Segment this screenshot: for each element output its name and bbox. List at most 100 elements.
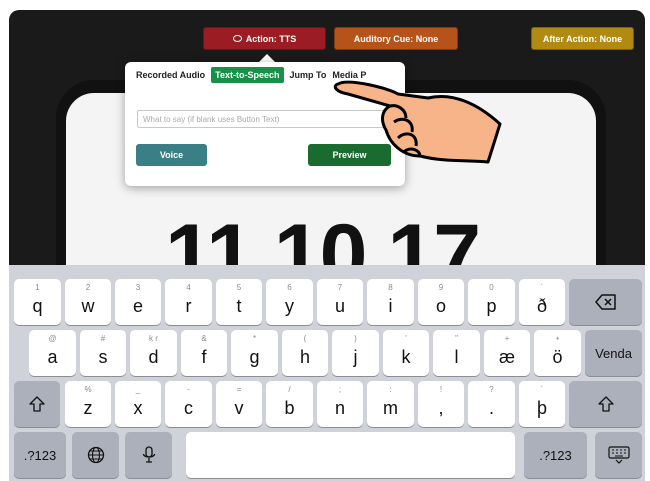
return-key[interactable]: Venda bbox=[585, 330, 642, 376]
key-ae[interactable]: + æ bbox=[484, 330, 530, 376]
key-label: l bbox=[454, 347, 459, 367]
key-secondary-label: 2 bbox=[85, 283, 91, 292]
key-label: e bbox=[132, 296, 143, 316]
key-v[interactable]: = v bbox=[216, 381, 262, 427]
shift-icon bbox=[29, 396, 45, 412]
key-thorn[interactable]: ´ þ bbox=[519, 381, 565, 427]
key-label: Venda bbox=[595, 345, 632, 361]
key-t[interactable]: 5t bbox=[216, 279, 262, 325]
voice-button[interactable]: Voice bbox=[136, 144, 207, 166]
pointing-hand-icon bbox=[333, 80, 502, 164]
speech-bubble-icon bbox=[232, 35, 242, 42]
key-label: w bbox=[81, 296, 95, 316]
hide-keyboard-key[interactable] bbox=[595, 432, 642, 478]
numbers-key-left[interactable]: .?123 bbox=[14, 432, 66, 478]
key-secondary-label: : bbox=[389, 385, 392, 394]
key-label: .?123 bbox=[23, 447, 57, 463]
shift-key-right[interactable] bbox=[569, 381, 642, 427]
key-period[interactable]: ?. bbox=[468, 381, 515, 427]
tab-jump-to[interactable]: Jump To bbox=[290, 70, 327, 80]
key-i[interactable]: 8i bbox=[367, 279, 414, 325]
key-label: q bbox=[32, 296, 43, 316]
key-c[interactable]: -c bbox=[165, 381, 212, 427]
key-label: æ bbox=[498, 347, 515, 367]
space-bar[interactable] bbox=[186, 432, 515, 478]
key-secondary-label: + bbox=[504, 334, 510, 343]
keyboard-hide-icon bbox=[607, 446, 630, 464]
after-action-button[interactable]: After Action: None bbox=[531, 27, 634, 50]
key-y[interactable]: 6y bbox=[266, 279, 313, 325]
globe-icon bbox=[87, 446, 104, 464]
key-secondary-label: • bbox=[556, 334, 559, 343]
key-secondary-label: 0 bbox=[489, 283, 494, 292]
key-a[interactable]: @ a bbox=[29, 330, 76, 376]
key-comma[interactable]: !, bbox=[418, 381, 464, 427]
key-secondary-label: # bbox=[100, 334, 106, 343]
key-w[interactable]: 2w bbox=[65, 279, 111, 325]
key-d[interactable]: k r d bbox=[130, 330, 177, 376]
key-e[interactable]: 3e bbox=[115, 279, 161, 325]
key-secondary-label: = bbox=[236, 385, 242, 394]
shift-key-left[interactable] bbox=[14, 381, 60, 427]
key-secondary-label: & bbox=[201, 334, 207, 343]
app-screen: 11 10 17 Action: TTS Auditory Cue: None … bbox=[0, 0, 650, 481]
key-label: b bbox=[284, 398, 295, 418]
key-secondary-label: % bbox=[84, 385, 92, 394]
key-label: m bbox=[383, 398, 398, 418]
auditory-cue-label: Auditory Cue: None bbox=[353, 33, 439, 44]
microphone-key[interactable] bbox=[125, 432, 172, 478]
key-o-umlaut[interactable]: • ö bbox=[534, 330, 581, 376]
key-secondary-label: / bbox=[288, 385, 291, 394]
key-k[interactable]: ' k bbox=[383, 330, 429, 376]
key-eth[interactable]: ´ ð bbox=[519, 279, 565, 325]
key-secondary-label: @ bbox=[48, 334, 57, 343]
onscreen-keyboard: 1q 2w 3e 4r 5t 6y 7u 8i 9o 0p ´ ð @ a # s k… bbox=[9, 265, 645, 481]
key-secondary-label: - bbox=[187, 385, 190, 394]
key-label: .?123 bbox=[539, 447, 572, 463]
key-label: u bbox=[334, 296, 345, 316]
key-secondary-label: " bbox=[455, 334, 458, 343]
key-label: j bbox=[353, 347, 358, 367]
key-secondary-label: _ bbox=[135, 385, 141, 394]
key-secondary-label: ´ bbox=[540, 385, 544, 394]
key-label: o bbox=[435, 296, 446, 316]
key-secondary-label: ( bbox=[303, 334, 307, 343]
key-secondary-label: ! bbox=[439, 385, 443, 394]
key-b[interactable]: / b bbox=[266, 381, 313, 427]
key-s[interactable]: # s bbox=[80, 330, 126, 376]
action-tts-button[interactable]: Action: TTS bbox=[203, 27, 326, 50]
key-n[interactable]: ; n bbox=[317, 381, 363, 427]
key-secondary-label: ? bbox=[489, 385, 494, 394]
tab-recorded-audio[interactable]: Recorded Audio bbox=[136, 70, 205, 80]
key-u[interactable]: 7u bbox=[317, 279, 363, 325]
key-f[interactable]: & f bbox=[181, 330, 227, 376]
key-r[interactable]: 4r bbox=[165, 279, 212, 325]
key-label: , bbox=[438, 398, 444, 418]
tab-text-to-speech[interactable]: Text-to-Speech bbox=[211, 67, 284, 83]
key-q[interactable]: 1q bbox=[14, 279, 61, 325]
key-label: d bbox=[148, 347, 159, 367]
key-secondary-label: 7 bbox=[337, 283, 343, 292]
globe-key[interactable] bbox=[72, 432, 119, 478]
key-l[interactable]: " l bbox=[433, 330, 480, 376]
backspace-key[interactable] bbox=[569, 279, 642, 325]
key-label: z bbox=[83, 398, 93, 418]
key-m[interactable]: :m bbox=[367, 381, 414, 427]
key-x[interactable]: _ x bbox=[115, 381, 161, 427]
numbers-key-right[interactable]: .?123 bbox=[524, 432, 587, 478]
key-label: h bbox=[299, 347, 310, 367]
auditory-cue-button[interactable]: Auditory Cue: None bbox=[334, 27, 458, 50]
key-h[interactable]: (h bbox=[282, 330, 328, 376]
key-o[interactable]: 9o bbox=[418, 279, 464, 325]
key-secondary-label: ´ bbox=[540, 283, 544, 292]
key-label: x bbox=[133, 398, 143, 418]
key-g[interactable]: * g bbox=[231, 330, 278, 376]
shift-icon bbox=[597, 396, 614, 412]
backspace-icon bbox=[594, 294, 616, 310]
key-j[interactable]: ) j bbox=[332, 330, 379, 376]
key-p[interactable]: 0p bbox=[468, 279, 515, 325]
key-secondary-label: ) bbox=[354, 334, 357, 343]
key-z[interactable]: % z bbox=[65, 381, 111, 427]
key-label: f bbox=[201, 347, 207, 367]
key-label: s bbox=[98, 347, 108, 367]
